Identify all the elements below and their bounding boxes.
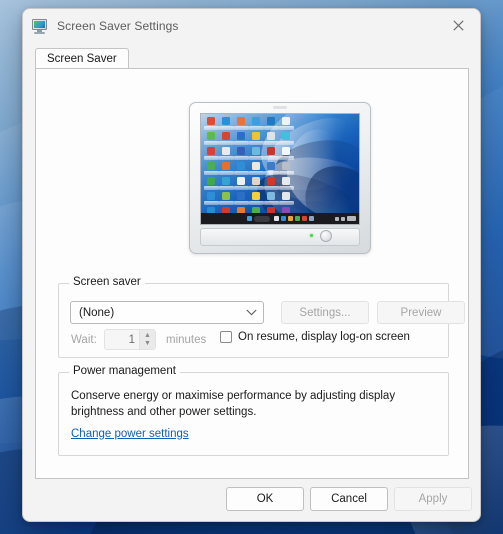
screen-saver-group-legend: Screen saver xyxy=(69,276,145,288)
checkbox-box-icon[interactable] xyxy=(220,331,232,343)
apply-button[interactable]: Apply xyxy=(394,487,472,511)
screen-saver-tab-panel: Screen saver (None) Settings... Preview … xyxy=(35,68,469,479)
screen-saver-settings-button[interactable]: Settings... xyxy=(281,301,369,324)
display-monitor-icon xyxy=(32,18,48,34)
wait-label: Wait: xyxy=(71,334,97,346)
title-bar[interactable]: Screen Saver Settings xyxy=(23,9,480,43)
tab-label: Screen Saver xyxy=(47,53,117,65)
taskbar-app-icon xyxy=(301,216,307,221)
screen-saver-preview-button[interactable]: Preview xyxy=(377,301,465,324)
taskbar-system-tray xyxy=(335,216,356,221)
monitor-preview xyxy=(189,102,371,254)
taskbar-app-icon xyxy=(308,216,314,221)
screen-saver-preview-button-label: Preview xyxy=(400,306,442,319)
taskbar-app-icon xyxy=(273,216,279,221)
preview-taskbar xyxy=(201,213,359,224)
close-icon[interactable] xyxy=(436,9,480,41)
taskbar-search-box xyxy=(253,215,270,222)
power-led-icon xyxy=(310,234,313,237)
chevron-down-icon xyxy=(246,309,257,316)
monitor-notch xyxy=(273,106,287,109)
desktop-icon-grid xyxy=(204,117,296,221)
stepper-down-icon[interactable]: ▼ xyxy=(144,340,151,347)
taskbar-app-icon xyxy=(280,216,286,221)
wait-minutes-value: 1 xyxy=(128,333,135,346)
minutes-unit-label: minutes xyxy=(166,334,207,346)
monitor-screen xyxy=(200,113,360,225)
taskbar-app-icon xyxy=(294,216,300,221)
dialog-button-row: OK Cancel Apply xyxy=(23,477,480,521)
change-power-settings-link[interactable]: Change power settings xyxy=(71,428,189,440)
taskbar-app-icon xyxy=(287,216,293,221)
power-management-group-legend: Power management xyxy=(69,365,180,377)
screen-saver-group: Screen saver (None) Settings... Preview … xyxy=(58,276,465,358)
screen-saver-settings-dialog: Screen Saver Settings Screen Saver Scree… xyxy=(22,8,481,522)
wait-minutes-stepper[interactable]: 1 ▲ ▼ xyxy=(104,329,156,350)
apply-button-label: Apply xyxy=(418,493,448,505)
window-title: Screen Saver Settings xyxy=(57,19,179,33)
screen-saver-settings-button-label: Settings... xyxy=(299,306,351,319)
monitor-bezel-bottom xyxy=(200,228,360,246)
screen-saver-select[interactable]: (None) xyxy=(70,301,264,324)
taskbar-start-icon xyxy=(246,216,252,221)
cancel-button-label: Cancel xyxy=(331,493,367,505)
power-management-description: Conserve energy or maximise performance … xyxy=(71,390,396,418)
tab-strip: Screen Saver xyxy=(35,47,129,69)
ok-button-label: OK xyxy=(256,493,274,505)
tab-screen-saver[interactable]: Screen Saver xyxy=(35,48,129,69)
ok-button[interactable]: OK xyxy=(226,487,304,511)
screen-saver-select-value: (None) xyxy=(79,306,115,319)
on-resume-checkbox-label: On resume, display log-on screen xyxy=(238,331,410,343)
stepper-up-icon[interactable]: ▲ xyxy=(144,332,151,339)
stepper-arrows[interactable]: ▲ ▼ xyxy=(139,330,155,349)
cancel-button[interactable]: Cancel xyxy=(310,487,388,511)
power-management-group: Power management Conserve energy or maxi… xyxy=(58,365,449,456)
on-resume-display-logon-checkbox[interactable]: On resume, display log-on screen xyxy=(220,331,410,343)
monitor-power-button xyxy=(320,230,332,242)
